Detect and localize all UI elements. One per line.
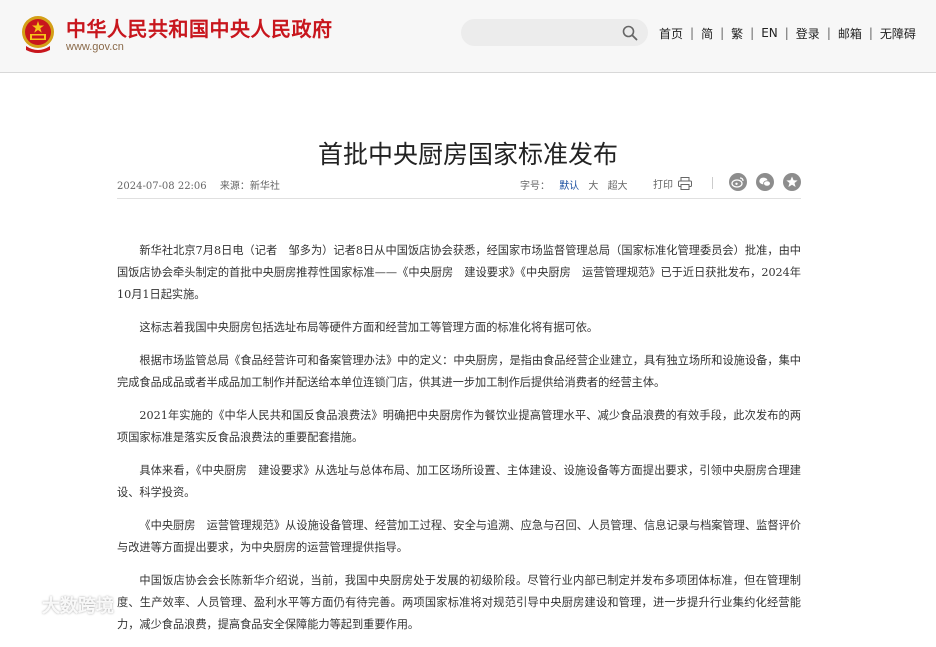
paragraph: 《中央厨房 运营管理规范》从设施设备管理、经营加工过程、安全与追溯、应急与召回、… — [117, 519, 801, 554]
wechat-share-button[interactable] — [756, 173, 774, 191]
paragraph: 新华社北京7月8日电（记者 邹多为）记者8日从中国饭店协会获悉，经国家市场监督管… — [117, 244, 801, 301]
watermark: 大数跨境 — [8, 592, 114, 618]
paragraph: 具体来看，《中央厨房 建设要求》从选址与总体布局、加工区场所设置、主体建设、设施… — [117, 464, 801, 499]
nav-divider: | — [868, 26, 873, 40]
nav-divider: | — [690, 26, 695, 40]
font-size-label: 字号： — [520, 181, 550, 192]
nav-divider: | — [720, 26, 725, 40]
article-title: 首批中央厨房国家标准发布 — [317, 139, 618, 169]
font-size-xlarge[interactable]: 超大 — [608, 181, 628, 192]
favorite-share-button[interactable] — [783, 173, 801, 191]
search-input[interactable] — [473, 23, 617, 44]
paragraph: 这标志着我国中央厨房包括选址布局等硬件方面和经营加工等管理方面的标准化将有据可依… — [139, 321, 599, 334]
nav-simplified[interactable]: 简 — [701, 25, 713, 42]
search-box — [461, 19, 648, 46]
wechat-icon — [759, 177, 771, 187]
publish-datetime: 2024-07-08 22:06 — [117, 181, 207, 192]
meta-divider — [712, 177, 713, 189]
star-icon — [786, 176, 798, 187]
national-emblem-icon[interactable] — [20, 14, 56, 54]
paragraph: 根据市场监管总局《食品经营许可和备案管理办法》中的定义：中央厨房，是指由食品经营… — [117, 354, 801, 389]
font-size-large[interactable]: 大 — [588, 181, 598, 192]
nav-home[interactable]: 首页 — [659, 25, 683, 42]
article-meta: 2024-07-08 22:06 来源：新华社 — [117, 177, 280, 192]
watermark-logo-icon — [10, 597, 34, 613]
nav-english[interactable]: EN — [761, 26, 778, 40]
font-size-selector: 字号： 默认 大 超大 — [520, 177, 628, 192]
watermark-text: 大数跨境 — [42, 596, 114, 617]
site-header: 中华人民共和国中央人民政府 www.gov.cn 首页 | 简 | 繁 | EN… — [0, 0, 936, 73]
article-source: 来源：新华社 — [219, 181, 280, 192]
paragraph: 2021年实施的《中华人民共和国反食品浪费法》明确把中央厨房作为餐饮业提高管理水… — [117, 409, 801, 444]
nav-login[interactable]: 登录 — [796, 25, 820, 42]
print-label: 打印 — [653, 180, 673, 191]
nav-mailbox[interactable]: 邮箱 — [838, 25, 862, 42]
meta-divider-line — [117, 198, 801, 199]
search-icon[interactable] — [622, 25, 638, 41]
nav-accessibility[interactable]: 无障碍 — [880, 25, 916, 42]
nav-divider: | — [750, 26, 755, 40]
nav-divider: | — [826, 26, 831, 40]
nav-divider: | — [784, 26, 789, 40]
weibo-icon — [731, 177, 744, 188]
font-size-default[interactable]: 默认 — [559, 181, 579, 192]
top-nav: 首页 | 简 | 繁 | EN | 登录 | 邮箱 | 无障碍 — [659, 25, 916, 41]
paragraph: 中国饭店协会会长陈新华介绍说，当前，我国中央厨房处于发展的初级阶段。尽管行业内部… — [117, 574, 801, 631]
weibo-share-button[interactable] — [729, 173, 747, 191]
print-button[interactable]: 打印 — [653, 176, 692, 191]
site-domain: www.gov.cn — [66, 41, 124, 53]
site-title[interactable]: 中华人民共和国中央人民政府 — [66, 13, 333, 42]
article-body: 新华社北京7月8日电（记者 邹多为）记者8日从中国饭店协会获悉，经国家市场监督管… — [117, 240, 801, 647]
printer-icon — [678, 177, 692, 190]
nav-traditional[interactable]: 繁 — [731, 25, 743, 42]
